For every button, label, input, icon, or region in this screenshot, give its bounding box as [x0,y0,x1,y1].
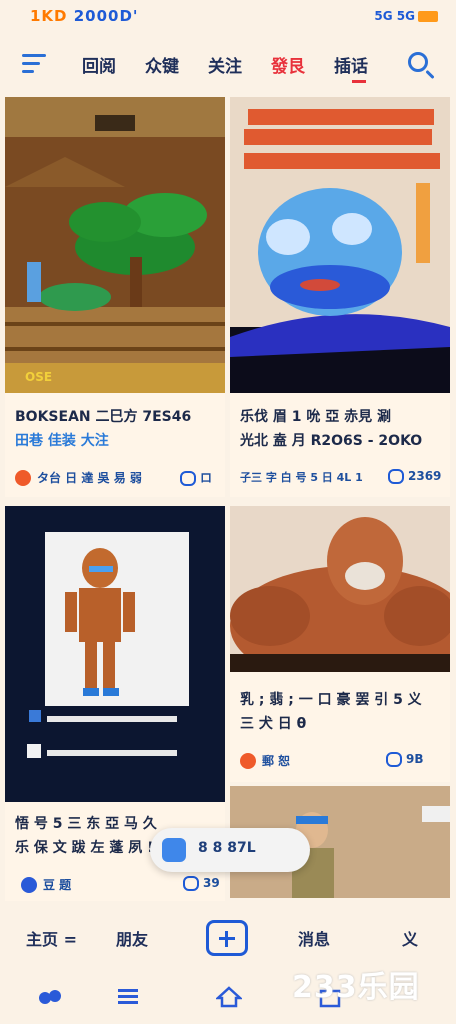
floating-toast[interactable]: 8 8 87L [150,828,310,872]
card-1-author[interactable]: タ台 日 達 吳 易 弱 [15,469,142,486]
search-icon[interactable] [408,52,428,72]
muscle-figure-scene [230,506,450,672]
bottom-tab-me[interactable]: 义 [402,926,418,950]
status-indicators: 5G 5G [374,9,438,23]
card-1-title: BOKSEAN 二巳方 7ES46 田巷 佳装 大注 [15,409,192,449]
list-icon[interactable] [116,986,140,1006]
card-3-likes[interactable]: 39 [183,876,220,891]
card-4-title: 乳 ; 翡 ; 一 口 豪 罢 引 5 义 三 犬 日 θ [240,692,422,732]
toast-icon [162,838,186,862]
feed-card-2[interactable]: 乐伐 眉 1 吮 亞 赤見 涮 光北 盍 月 R2O6S - 2OKO 子三 字… [230,97,450,497]
jungle-temple-scene: OSE [5,97,225,393]
bottom-tab-friends[interactable]: 朋友 [116,926,148,950]
tab-3-active[interactable]: 發艮 [271,52,334,77]
top-navigation: 回阅 众键 关注 發艮 插话 [0,40,456,90]
card-1-likes[interactable]: ロ [180,469,212,486]
tab-4[interactable]: 插话 [334,52,397,77]
card-2-image[interactable] [230,97,450,393]
card-3-author[interactable]: 豆 题 [21,876,71,893]
menu-icon[interactable] [22,54,46,74]
home-icon[interactable] [216,986,242,1008]
tab-2[interactable]: 关注 [208,52,271,77]
action-figure-scene [5,506,225,802]
heart-icon [183,876,199,891]
card-4-author[interactable]: 郵 恕 [240,752,290,769]
card-2-likes[interactable]: 2369 [388,469,441,484]
toast-text: 8 8 87L [198,840,256,856]
tab-bar: 回阅 众键 关注 發艮 插话 [82,52,397,77]
heart-icon [386,752,402,767]
feed-card-4[interactable]: 乳 ; 翡 ; 一 口 豪 罢 引 5 义 三 犬 日 θ 郵 恕 9B [230,506,450,782]
blue-face-scene [230,97,450,393]
card-2-author[interactable]: 子三 字 白 号 5 日 4L 1 [240,469,363,485]
card-2-title: 乐伐 眉 1 吮 亞 赤見 涮 光北 盍 月 R2O6S - 2OKO [240,409,423,449]
feed-card-1[interactable]: OSE BOKSEAN 二巳方 7ES46 田巷 佳装 大注 タ台 日 達 吳 … [5,97,225,497]
avatar [21,876,37,893]
card-3-image[interactable] [5,506,225,802]
card-4-likes[interactable]: 9B [386,752,424,767]
avatar [240,752,256,769]
card-1-image[interactable]: OSE [5,97,225,393]
svg-text:OSE: OSE [25,370,52,384]
games-icon[interactable] [38,986,62,1006]
publish-button[interactable] [206,920,248,956]
status-bar: 1KD 2000D' 5G 5G [0,0,456,34]
heart-icon [180,471,196,486]
status-time: 1KD 2000D' [30,7,139,25]
battery-icon [418,11,438,22]
active-tab-indicator [352,80,366,83]
tab-0[interactable]: 回阅 [82,52,145,77]
bottom-tab-messages[interactable]: 消息 [298,926,330,950]
avatar [15,469,31,486]
tab-1[interactable]: 众键 [145,52,208,77]
bottom-tab-home[interactable]: 主页 = [26,926,77,950]
card-4-image[interactable] [230,506,450,672]
heart-icon [388,469,404,484]
watermark-logo: 233乐园 [292,970,420,1005]
